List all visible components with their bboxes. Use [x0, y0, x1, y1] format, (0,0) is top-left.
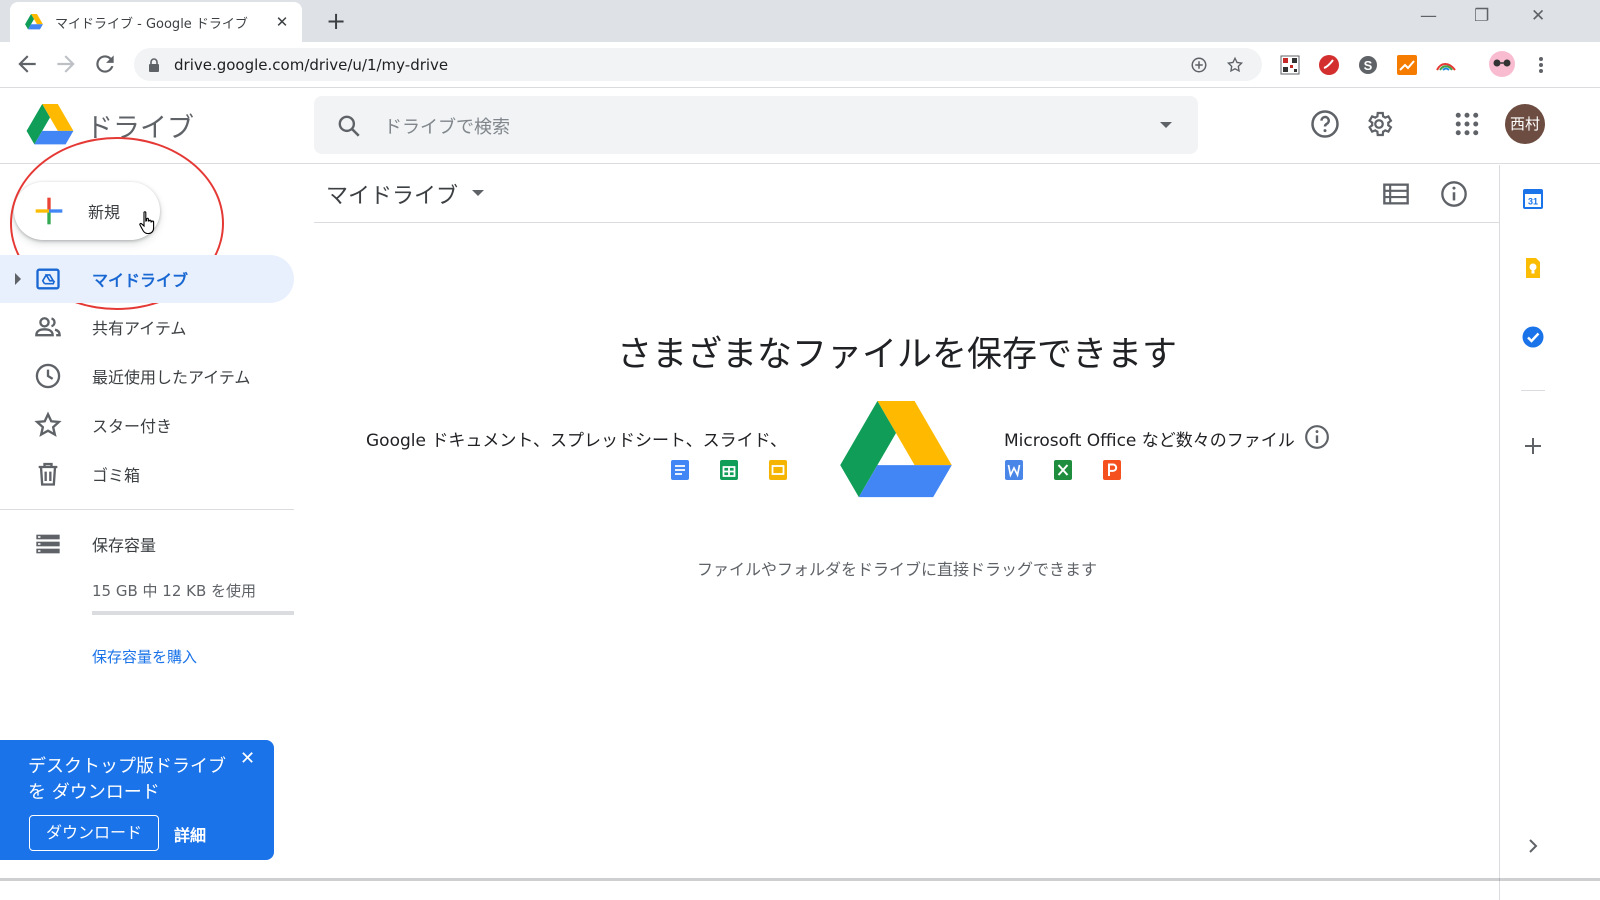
search-input[interactable]: ドライブで検索: [314, 96, 1198, 154]
chart-extension-icon[interactable]: [1396, 54, 1418, 76]
svg-text:S: S: [1364, 58, 1373, 73]
browser-tab-strip: マイドライブ - Google ドライブ ✕ + — ❐ ✕: [0, 0, 1600, 42]
rainbow-extension-icon[interactable]: [1435, 54, 1457, 76]
sidebar-item-trash[interactable]: ゴミ箱: [0, 450, 294, 498]
people-icon: [35, 317, 61, 337]
window-close-button[interactable]: ✕: [1531, 6, 1545, 26]
collapse-panel-chevron-icon[interactable]: [1521, 834, 1545, 858]
title-dropdown-icon[interactable]: [472, 190, 484, 196]
sidebar-item-label: スター付き: [92, 417, 173, 436]
side-panel-border: [1499, 165, 1500, 900]
trend-extension-icon[interactable]: [1318, 54, 1340, 76]
maximize-button[interactable]: ❐: [1474, 6, 1489, 26]
hand-cursor-icon: [139, 211, 155, 235]
address-bar[interactable]: drive.google.com/drive/u/1/my-drive: [134, 48, 1262, 81]
promo-text: デスクトップ版ドライブを ダウンロード: [28, 756, 226, 803]
expand-caret-icon[interactable]: [15, 273, 21, 285]
empty-state-heading: さまざまなファイルを保存できます: [616, 335, 1177, 375]
side-panel-divider: [1521, 390, 1545, 391]
drive-favicon-icon: [25, 14, 43, 30]
plus-icon: [35, 197, 63, 225]
drive-illustration-icon: [840, 401, 952, 498]
google-apps-text: Google ドキュメント、スプレッドシート、スライド、: [366, 431, 787, 451]
ms-office-text: Microsoft Office など数々のファイル: [1004, 431, 1295, 451]
sidebar-item-storage[interactable]: 保存容量: [0, 520, 294, 568]
list-view-icon[interactable]: [1382, 180, 1410, 208]
star-icon: [34, 411, 62, 437]
page-title[interactable]: マイドライブ: [326, 178, 458, 210]
settings-gear-icon[interactable]: [1364, 109, 1394, 139]
storage-label: 保存容量: [92, 536, 157, 555]
drive-logo-icon[interactable]: [26, 104, 74, 146]
url-text: drive.google.com/drive/u/1/my-drive: [174, 55, 449, 74]
tab-close-icon[interactable]: ✕: [274, 13, 290, 31]
buy-storage-link[interactable]: 保存容量を購入: [92, 646, 197, 667]
tasks-icon[interactable]: [1521, 325, 1545, 349]
avatar[interactable]: 西村: [1505, 104, 1545, 144]
browser-tab[interactable]: マイドライブ - Google ドライブ ✕: [10, 2, 302, 42]
help-icon[interactable]: [1310, 109, 1340, 139]
trash-icon: [38, 462, 58, 486]
calendar-day-label: 31: [1528, 197, 1538, 207]
qr-extension-icon[interactable]: [1279, 54, 1301, 76]
storage-progress-bar: [92, 611, 294, 615]
search-options-icon[interactable]: [1160, 122, 1172, 128]
my-drive-icon: [36, 268, 60, 290]
sidebar-item-my-drive[interactable]: マイドライブ: [0, 255, 294, 303]
slides-icon: [769, 460, 787, 480]
browser-toolbar: drive.google.com/drive/u/1/my-drive S: [0, 42, 1600, 88]
info-icon[interactable]: [1440, 180, 1468, 208]
sidebar-divider: [0, 509, 294, 510]
screen-bottom-edge: [0, 878, 1600, 881]
download-button[interactable]: ダウンロード: [29, 815, 159, 851]
drive-header: ドライブ ドライブで検索 西村: [0, 88, 1600, 164]
tab-title: マイドライブ - Google ドライブ: [55, 16, 248, 32]
forward-icon[interactable]: [53, 51, 79, 77]
calendar-icon[interactable]: 31: [1521, 187, 1545, 211]
storage-icon: [36, 534, 60, 554]
sidebar-item-recent[interactable]: 最近使用したアイテム: [0, 352, 294, 400]
docs-icon: [671, 460, 689, 480]
storage-usage-text: 15 GB 中 12 KB を使用: [92, 582, 257, 600]
drag-hint-text: ファイルやフォルダをドライブに直接ドラッグできます: [696, 560, 1097, 579]
sidebar-item-starred[interactable]: スター付き: [0, 401, 294, 449]
office-info-icon[interactable]: [1304, 424, 1330, 450]
reload-icon[interactable]: [92, 51, 118, 77]
search-icon[interactable]: [336, 113, 362, 139]
excel-icon: [1054, 460, 1072, 480]
new-tab-button[interactable]: +: [326, 8, 346, 34]
profile-icon[interactable]: [1488, 50, 1516, 78]
lock-icon: [149, 57, 159, 72]
word-icon: [1005, 460, 1023, 480]
back-icon[interactable]: [14, 51, 40, 77]
keep-icon[interactable]: [1521, 256, 1545, 280]
bookmark-star-icon[interactable]: [1226, 56, 1244, 74]
clock-icon: [35, 363, 61, 389]
sidebar-item-shared[interactable]: 共有アイテム: [0, 303, 294, 351]
details-link[interactable]: 詳細: [174, 822, 206, 846]
sidebar-item-label: マイドライブ: [92, 271, 189, 290]
sidebar-item-label: 最近使用したアイテム: [92, 368, 251, 387]
minimize-button[interactable]: —: [1420, 6, 1437, 26]
powerpoint-icon: [1103, 460, 1121, 480]
apps-grid-icon[interactable]: [1452, 109, 1482, 139]
search-placeholder: ドライブで検索: [384, 117, 510, 138]
desktop-promo-card: デスクトップ版ドライブを ダウンロード ✕ ダウンロード 詳細: [0, 740, 274, 860]
new-button-label: 新規: [88, 203, 121, 222]
add-addon-icon[interactable]: [1521, 434, 1545, 458]
browser-menu-icon[interactable]: [1530, 54, 1552, 76]
main-divider: [314, 222, 1499, 223]
app-name[interactable]: ドライブ: [86, 106, 194, 145]
sidebar-item-label: 共有アイテム: [92, 319, 187, 338]
sheets-icon: [720, 460, 738, 480]
skype-extension-icon[interactable]: S: [1357, 54, 1379, 76]
sidebar-item-label: ゴミ箱: [92, 466, 141, 485]
add-circle-icon[interactable]: [1190, 56, 1208, 74]
promo-close-icon[interactable]: ✕: [240, 748, 255, 769]
